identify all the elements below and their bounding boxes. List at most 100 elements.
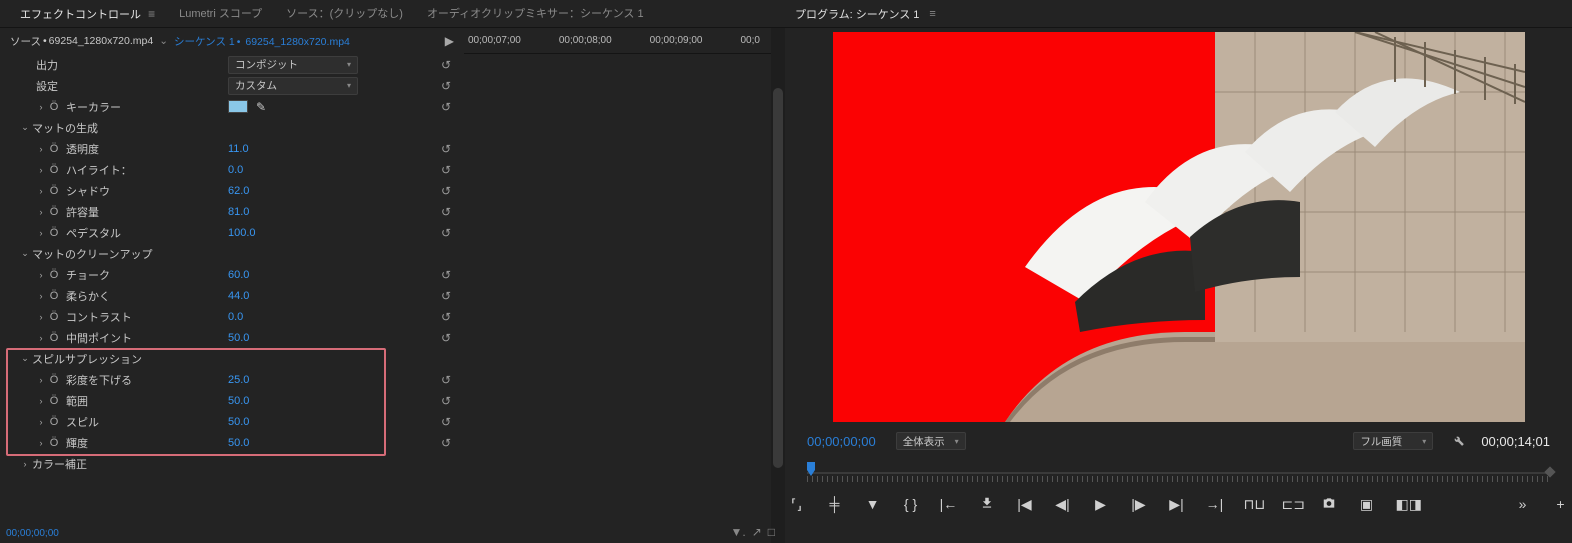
value-shadow[interactable]: 62.0 xyxy=(228,185,249,197)
caret-down-icon[interactable]: ⌄ xyxy=(20,122,30,133)
caret-icon[interactable]: › xyxy=(36,417,46,427)
filter-icon[interactable]: ▼. xyxy=(730,525,745,539)
frame-forward-icon[interactable]: |▶ xyxy=(1130,496,1148,513)
reset-icon[interactable]: ↺ xyxy=(438,267,454,283)
stopwatch-icon[interactable]: Ö xyxy=(48,332,60,344)
caret-icon[interactable]: › xyxy=(36,312,46,322)
keyframe-timeline[interactable]: 00;00;07;00 00;00;08;00 00;00;09;00 00;0 xyxy=(464,28,785,543)
time-scrubber[interactable] xyxy=(807,460,1550,484)
group-matte-cleanup[interactable]: ⌄ マットのクリーンアップ xyxy=(0,243,464,264)
value-range[interactable]: 50.0 xyxy=(228,395,249,407)
safe-margins-icon[interactable]: ▣ xyxy=(1358,496,1376,513)
mark-in-icon[interactable]: ⸢⸥ xyxy=(788,496,806,513)
reset-icon[interactable]: ↺ xyxy=(438,393,454,409)
value-soften[interactable]: 44.0 xyxy=(228,290,249,302)
reset-icon[interactable]: ↺ xyxy=(438,78,454,94)
group-spill-suppression[interactable]: ⌄ スピルサプレッション xyxy=(0,348,464,369)
value-desaturate[interactable]: 25.0 xyxy=(228,374,249,386)
compare-icon[interactable]: ◧◨ xyxy=(1396,496,1414,513)
caret-icon[interactable]: › xyxy=(36,207,46,217)
timeline-ruler[interactable]: 00;00;07;00 00;00;08;00 00;00;09;00 00;0 xyxy=(464,28,785,54)
play-arrow-icon[interactable]: ▶ xyxy=(445,34,454,48)
reset-icon[interactable]: ↺ xyxy=(438,225,454,241)
extract-icon[interactable]: ⊏⊐ xyxy=(1282,496,1300,513)
tab-lumetri-scopes[interactable]: Lumetri スコープ xyxy=(167,0,274,28)
group-color-correct[interactable]: › カラー補正 xyxy=(0,453,464,474)
stopwatch-icon[interactable]: Ö xyxy=(48,206,60,218)
caret-icon[interactable]: › xyxy=(36,396,46,406)
value-transparency[interactable]: 11.0 xyxy=(228,143,249,155)
caret-icon[interactable]: › xyxy=(36,333,46,343)
group-matte-gen[interactable]: ⌄ マットの生成 xyxy=(0,117,464,138)
value-choke[interactable]: 60.0 xyxy=(228,269,249,281)
value-midpoint[interactable]: 50.0 xyxy=(228,332,249,344)
caret-icon[interactable]: › xyxy=(20,459,30,469)
setting-dropdown[interactable]: カスタム▾ xyxy=(228,77,358,95)
double-arrow-icon[interactable]: » xyxy=(1514,496,1532,512)
marker-icon[interactable]: ▼ xyxy=(864,496,882,512)
stopwatch-icon[interactable]: Ö xyxy=(48,395,60,407)
value-pedestal[interactable]: 100.0 xyxy=(228,227,256,239)
wrench-icon[interactable] xyxy=(1451,433,1465,450)
stopwatch-icon[interactable]: Ö xyxy=(48,374,60,386)
play-icon[interactable]: ▶ xyxy=(1092,496,1110,513)
step-back-icon[interactable]: |◀ xyxy=(1016,496,1034,513)
tab-audio-mixer[interactable]: オーディオクリップミキサー：シーケンス 1 xyxy=(415,0,656,28)
stopwatch-icon[interactable]: Ö xyxy=(48,437,60,449)
reset-icon[interactable]: ↺ xyxy=(438,141,454,157)
reset-icon[interactable]: ↺ xyxy=(438,309,454,325)
stopwatch-icon[interactable]: Ö xyxy=(48,143,60,155)
in-out-icon[interactable]: { } xyxy=(902,496,920,512)
zoom-fit-dropdown[interactable]: 全体表示▾ xyxy=(896,432,966,450)
caret-icon[interactable]: › xyxy=(36,438,46,448)
lift-icon[interactable]: ⊓⊔ xyxy=(1244,496,1262,513)
stopwatch-icon[interactable]: Ö xyxy=(48,164,60,176)
caret-icon[interactable]: › xyxy=(36,186,46,196)
stopwatch-icon[interactable]: Ö xyxy=(48,269,60,281)
gear-icon[interactable]: □ xyxy=(768,525,775,539)
current-timecode[interactable]: 00;00;00;00 xyxy=(807,434,876,449)
stopwatch-icon[interactable]: Ö xyxy=(48,185,60,197)
caret-icon[interactable]: › xyxy=(36,144,46,154)
reset-icon[interactable]: ↺ xyxy=(438,330,454,346)
add-marker-icon[interactable]: ╪ xyxy=(826,496,844,512)
caret-icon[interactable]: › xyxy=(36,165,46,175)
stopwatch-icon[interactable]: Ö xyxy=(48,101,60,113)
stopwatch-icon[interactable]: Ö xyxy=(48,311,60,323)
output-dropdown[interactable]: コンポジット▾ xyxy=(228,56,358,74)
caret-icon[interactable]: › xyxy=(36,228,46,238)
caret-icon[interactable]: › xyxy=(36,270,46,280)
reset-icon[interactable]: ↺ xyxy=(438,288,454,304)
eyedropper-icon[interactable]: ✎ xyxy=(256,100,266,114)
reset-icon[interactable]: ↺ xyxy=(438,372,454,388)
stopwatch-icon[interactable]: Ö xyxy=(48,290,60,302)
value-tolerance[interactable]: 81.0 xyxy=(228,206,249,218)
export-frame-icon[interactable] xyxy=(978,496,996,513)
playback-res-dropdown[interactable]: フル画質▾ xyxy=(1353,432,1433,450)
go-to-out-icon[interactable]: →| xyxy=(1206,496,1224,512)
reset-icon[interactable]: ↺ xyxy=(438,57,454,73)
reset-icon[interactable]: ↺ xyxy=(438,435,454,451)
stopwatch-icon[interactable]: Ö xyxy=(48,227,60,239)
camera-icon[interactable] xyxy=(1320,496,1338,512)
reset-icon[interactable]: ↺ xyxy=(438,204,454,220)
value-contrast[interactable]: 0.0 xyxy=(228,311,243,323)
reset-icon[interactable]: ↺ xyxy=(438,99,454,115)
chevron-down-icon[interactable]: ⌄ xyxy=(159,35,168,47)
caret-icon[interactable]: › xyxy=(36,291,46,301)
step-forward-icon[interactable]: ▶| xyxy=(1168,496,1186,513)
caret-icon[interactable]: › xyxy=(36,102,46,112)
value-highlight[interactable]: 0.0 xyxy=(228,164,243,176)
tab-source[interactable]: ソース：(クリップなし) xyxy=(274,0,415,28)
add-icon[interactable]: + xyxy=(1552,496,1570,512)
value-spill[interactable]: 50.0 xyxy=(228,416,249,428)
stopwatch-icon[interactable]: Ö xyxy=(48,416,60,428)
tab-effect-controls[interactable]: エフェクトコントロール ≡ xyxy=(8,0,167,28)
vertical-scrollbar[interactable] xyxy=(771,28,785,543)
caret-down-icon[interactable]: ⌄ xyxy=(20,353,30,364)
go-to-in-icon[interactable]: |← xyxy=(940,496,958,512)
frame-back-icon[interactable]: ◀| xyxy=(1054,496,1072,513)
program-viewer[interactable] xyxy=(785,28,1572,426)
reset-icon[interactable]: ↺ xyxy=(438,414,454,430)
playhead-icon[interactable] xyxy=(807,462,815,476)
